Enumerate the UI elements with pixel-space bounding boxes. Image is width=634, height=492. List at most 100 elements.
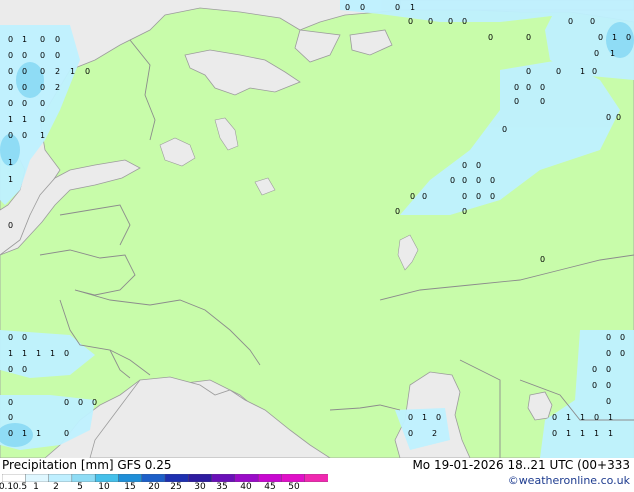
svg-text:0: 0 bbox=[462, 192, 467, 201]
svg-text:0: 0 bbox=[40, 99, 45, 108]
scale-tick-label: 40 bbox=[240, 482, 252, 492]
scale-tick-label: 35 bbox=[216, 482, 228, 492]
svg-text:0: 0 bbox=[8, 398, 13, 407]
svg-text:1: 1 bbox=[8, 115, 13, 124]
svg-text:1: 1 bbox=[22, 429, 27, 438]
svg-text:1: 1 bbox=[8, 158, 13, 167]
svg-text:0: 0 bbox=[436, 413, 441, 422]
svg-text:0: 0 bbox=[606, 397, 611, 406]
svg-text:0: 0 bbox=[422, 192, 427, 201]
svg-text:0: 0 bbox=[40, 83, 45, 92]
svg-text:2: 2 bbox=[432, 429, 437, 438]
svg-text:0: 0 bbox=[462, 207, 467, 216]
svg-text:0: 0 bbox=[606, 365, 611, 374]
svg-text:0: 0 bbox=[476, 176, 481, 185]
svg-text:0: 0 bbox=[490, 192, 495, 201]
svg-text:0: 0 bbox=[64, 398, 69, 407]
svg-text:0: 0 bbox=[620, 349, 625, 358]
svg-text:0: 0 bbox=[556, 67, 561, 76]
svg-text:0: 0 bbox=[462, 17, 467, 26]
scale-swatch bbox=[71, 474, 96, 482]
svg-text:0: 0 bbox=[64, 429, 69, 438]
svg-text:0: 0 bbox=[488, 33, 493, 42]
svg-text:0: 0 bbox=[502, 125, 507, 134]
scale-tick-label: 45 bbox=[264, 482, 276, 492]
svg-text:1: 1 bbox=[50, 349, 55, 358]
svg-text:2: 2 bbox=[55, 83, 60, 92]
svg-text:0: 0 bbox=[606, 113, 611, 122]
svg-text:1: 1 bbox=[8, 175, 13, 184]
scale-tick-label: 15 bbox=[124, 482, 136, 492]
svg-text:0: 0 bbox=[594, 413, 599, 422]
svg-text:0: 0 bbox=[606, 349, 611, 358]
svg-text:1: 1 bbox=[608, 429, 613, 438]
svg-text:0: 0 bbox=[40, 115, 45, 124]
svg-text:0: 0 bbox=[626, 33, 631, 42]
scale-tick-label: 30 bbox=[194, 482, 206, 492]
scale-swatch bbox=[141, 474, 166, 482]
svg-text:0: 0 bbox=[8, 221, 13, 230]
footer: Precipitation [mm] GFS 0.25 Mo 19-01-202… bbox=[0, 458, 634, 492]
svg-text:0: 0 bbox=[22, 51, 27, 60]
svg-text:0: 0 bbox=[410, 192, 415, 201]
svg-text:0: 0 bbox=[476, 161, 481, 170]
svg-text:0: 0 bbox=[8, 35, 13, 44]
svg-text:0: 0 bbox=[476, 192, 481, 201]
svg-text:0: 0 bbox=[526, 83, 531, 92]
scale-tick-label: 25 bbox=[170, 482, 182, 492]
scale-swatch bbox=[25, 474, 50, 482]
scale-swatch bbox=[2, 474, 26, 482]
svg-text:0: 0 bbox=[55, 35, 60, 44]
svg-text:0: 0 bbox=[606, 381, 611, 390]
svg-text:0: 0 bbox=[55, 51, 60, 60]
svg-text:1: 1 bbox=[580, 413, 585, 422]
map-title: Precipitation [mm] GFS 0.25 bbox=[2, 458, 172, 472]
scale-tick-label: 2 bbox=[53, 482, 59, 492]
svg-text:0: 0 bbox=[78, 398, 83, 407]
svg-text:0: 0 bbox=[8, 365, 13, 374]
svg-text:0: 0 bbox=[22, 83, 27, 92]
scale-swatch bbox=[48, 474, 73, 482]
svg-text:0: 0 bbox=[590, 17, 595, 26]
svg-text:0: 0 bbox=[8, 51, 13, 60]
credit-text: ©weatheronline.co.uk bbox=[507, 474, 630, 487]
svg-text:1: 1 bbox=[22, 35, 27, 44]
svg-text:0: 0 bbox=[592, 67, 597, 76]
scale-swatch bbox=[164, 474, 189, 482]
svg-text:1: 1 bbox=[610, 49, 615, 58]
svg-text:0: 0 bbox=[8, 99, 13, 108]
svg-text:1: 1 bbox=[612, 33, 617, 42]
svg-text:1: 1 bbox=[22, 115, 27, 124]
svg-text:0: 0 bbox=[64, 349, 69, 358]
svg-text:0: 0 bbox=[395, 207, 400, 216]
color-scale-labels: 0.1 0.5 1 2 5 10 15 20 25 30 35 40 45 50 bbox=[0, 482, 340, 492]
svg-text:0: 0 bbox=[620, 333, 625, 342]
svg-text:0: 0 bbox=[552, 413, 557, 422]
svg-text:0: 0 bbox=[490, 176, 495, 185]
svg-text:0: 0 bbox=[606, 333, 611, 342]
scale-swatch bbox=[188, 474, 213, 482]
scale-tick-label: 0.5 bbox=[12, 482, 28, 492]
svg-text:1: 1 bbox=[22, 349, 27, 358]
color-scale-bar bbox=[2, 474, 328, 482]
svg-text:0: 0 bbox=[540, 97, 545, 106]
svg-text:0: 0 bbox=[8, 333, 13, 342]
svg-text:0: 0 bbox=[8, 429, 13, 438]
svg-text:1: 1 bbox=[580, 429, 585, 438]
svg-text:0: 0 bbox=[616, 113, 621, 122]
svg-text:1: 1 bbox=[40, 131, 45, 140]
svg-text:1: 1 bbox=[594, 429, 599, 438]
svg-text:0: 0 bbox=[462, 161, 467, 170]
scale-tick-label: 50 bbox=[288, 482, 300, 492]
svg-text:0: 0 bbox=[85, 67, 90, 76]
svg-text:0: 0 bbox=[408, 429, 413, 438]
svg-text:0: 0 bbox=[345, 3, 350, 12]
svg-text:0: 0 bbox=[40, 51, 45, 60]
scale-swatch bbox=[234, 474, 259, 482]
svg-text:0: 0 bbox=[8, 67, 13, 76]
valid-time: Mo 19-01-2026 18..21 UTC (00+333 bbox=[412, 458, 630, 472]
svg-text:0: 0 bbox=[22, 365, 27, 374]
svg-text:0: 0 bbox=[592, 381, 597, 390]
svg-text:1: 1 bbox=[566, 429, 571, 438]
scale-tick-label: 1 bbox=[33, 482, 39, 492]
